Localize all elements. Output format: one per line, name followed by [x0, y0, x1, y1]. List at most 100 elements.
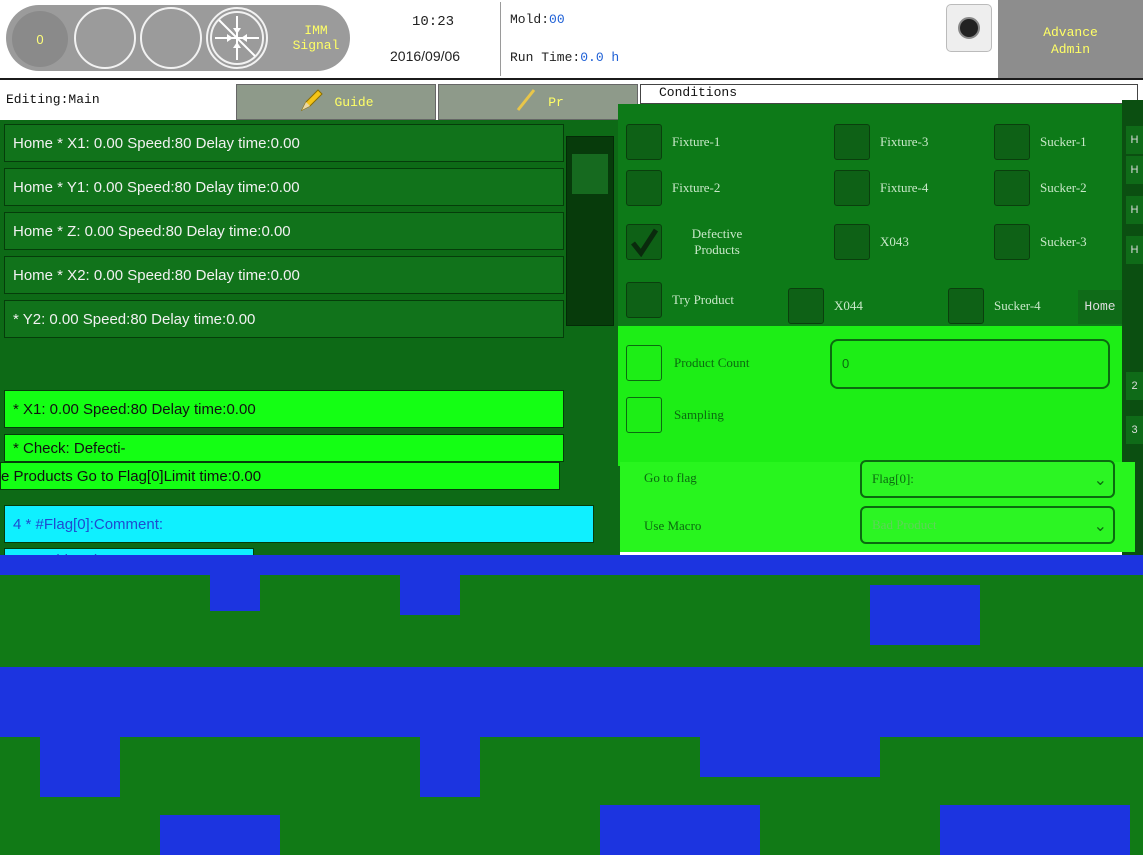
condition-item[interactable]: Sucker-2 [994, 170, 1087, 206]
keypad-key[interactable] [700, 737, 880, 777]
condition-label: Sucker-4 [994, 298, 1041, 313]
keypad-key[interactable] [420, 737, 480, 797]
condition-label: Sucker-2 [1040, 180, 1087, 195]
runtime-value: 0.0 h [580, 50, 620, 65]
keypad-key[interactable] [40, 737, 120, 797]
program-row[interactable]: Home * Z: 0.00 Speed:80 Delay time:0.00 [4, 212, 564, 250]
keypad-band [0, 667, 1143, 737]
checkbox[interactable] [834, 224, 870, 260]
checkbox[interactable] [834, 170, 870, 206]
checkbox[interactable] [994, 124, 1030, 160]
program-row-current[interactable]: 4 * #Flag[0]:Comment: [4, 505, 594, 543]
condition-item[interactable]: Fixture-3 [834, 124, 928, 160]
product-count-row[interactable]: Product Count [626, 345, 749, 381]
program-row-selected[interactable]: * Check: Defecti- [4, 434, 564, 462]
checkbox[interactable] [994, 170, 1030, 206]
stylus-icon [512, 86, 540, 118]
condition-label: Defective Products [691, 226, 743, 257]
condition-label: X043 [880, 234, 909, 249]
list-scroll-thumb[interactable] [572, 154, 608, 194]
guide-button[interactable]: Guide [236, 84, 436, 120]
condition-item[interactable]: Try Product [626, 282, 734, 318]
tab-conditions[interactable]: Conditions [640, 84, 1138, 104]
program-row[interactable]: Home * Y1: 0.00 Speed:80 Delay time:0.00 [4, 168, 564, 206]
checkbox[interactable] [834, 124, 870, 160]
program-row[interactable]: Home * X1: 0.00 Speed:80 Delay time:0.00 [4, 124, 564, 162]
keypad-area [0, 555, 1143, 855]
runtime-label: Run Time: [510, 50, 581, 65]
use-macro-label: Use Macro [644, 518, 702, 533]
editing-program-label: Editing:Main [6, 92, 100, 107]
side-tab[interactable]: 2 [1126, 372, 1143, 400]
keypad-key[interactable] [210, 575, 260, 611]
condition-item[interactable]: Fixture-4 [834, 170, 928, 206]
camera-button[interactable] [946, 4, 992, 52]
clock-time: 10:23 [412, 14, 455, 30]
goto-flag-value: Flag[0]: [872, 471, 914, 486]
signal-label-text: Signal [292, 38, 340, 53]
checkbox[interactable] [626, 124, 662, 160]
signal-light-1 [74, 7, 136, 69]
mold-value: 00 [549, 12, 565, 27]
condition-item[interactable]: Defective Products [626, 224, 762, 260]
program-row-selected[interactable]: e Products Go to Flag[0]Limit time:0.00 [0, 462, 560, 490]
condition-label: Fixture-3 [880, 134, 929, 149]
condition-item[interactable]: Fixture-2 [626, 170, 720, 206]
imm-signal-label: IMM Signal [276, 23, 356, 53]
program-button[interactable]: Pr [438, 84, 638, 120]
header-divider [500, 2, 501, 76]
condition-label: Fixture-1 [672, 134, 721, 149]
counter-indicator: 0 [12, 11, 68, 67]
goto-flag-select[interactable]: Flag[0]: ⌄ [860, 460, 1115, 498]
guide-label: Guide [334, 94, 374, 110]
condition-label: Try Product [672, 292, 735, 307]
condition-item[interactable]: Sucker-3 [994, 224, 1087, 260]
checkbox[interactable] [626, 170, 662, 206]
program-row[interactable]: Home * X2: 0.00 Speed:80 Delay time:0.00 [4, 256, 564, 294]
keypad-key[interactable] [160, 815, 280, 855]
goto-flag-label: Go to flag [644, 470, 697, 485]
checkbox-checked[interactable] [626, 224, 662, 260]
checkbox[interactable] [994, 224, 1030, 260]
program-row-selected[interactable]: * X1: 0.00 Speed:80 Delay time:0.00 [4, 390, 564, 428]
runtime-readout: Run Time:0.0 h [510, 50, 619, 65]
product-count-input[interactable]: 0 [830, 339, 1110, 389]
product-count-label: Product Count [674, 355, 750, 370]
side-tab[interactable]: H [1126, 196, 1143, 224]
condition-item[interactable]: Sucker-4 [948, 288, 1041, 324]
condition-label: Sucker-3 [1040, 234, 1087, 249]
checkbox[interactable] [626, 282, 662, 318]
side-tab[interactable]: H [1126, 126, 1143, 154]
clock-date: 2016/09/06 [390, 48, 461, 64]
mold-readout: Mold:00 [510, 12, 565, 27]
checkbox[interactable] [788, 288, 824, 324]
signal-light-2 [140, 7, 202, 69]
checkbox[interactable] [626, 397, 662, 433]
condition-item[interactable]: Fixture-1 [626, 124, 720, 160]
side-tab[interactable]: 3 [1126, 416, 1143, 444]
checkbox[interactable] [948, 288, 984, 324]
condition-item[interactable]: X044 [788, 288, 863, 324]
sampling-row[interactable]: Sampling [626, 397, 724, 433]
condition-item[interactable]: Sucker-1 [994, 124, 1087, 160]
keypad-key[interactable] [600, 805, 760, 855]
use-macro-select[interactable]: Bad Product ⌄ [860, 506, 1115, 544]
tab-home[interactable]: Home [1078, 290, 1122, 324]
program-row[interactable]: * Y2: 0.00 Speed:80 Delay time:0.00 [4, 300, 564, 338]
keypad-key[interactable] [400, 575, 460, 615]
chevron-down-icon: ⌄ [1093, 472, 1107, 489]
user-level-button[interactable]: Advance Admin [998, 0, 1143, 78]
keypad-key[interactable] [940, 805, 1130, 855]
sampling-label: Sampling [674, 407, 724, 422]
condition-item[interactable]: X043 [834, 224, 909, 260]
side-tab[interactable]: H [1126, 236, 1143, 264]
use-macro-value: Bad Product [872, 517, 937, 532]
record-icon [958, 17, 980, 39]
side-tab[interactable]: H [1126, 156, 1143, 184]
keypad-key[interactable] [870, 585, 980, 645]
chevron-down-icon: ⌄ [1093, 518, 1107, 535]
checkbox[interactable] [626, 345, 662, 381]
keypad-band [0, 555, 1143, 575]
condition-label: Sucker-1 [1040, 134, 1087, 149]
mold-label: Mold: [510, 12, 550, 27]
